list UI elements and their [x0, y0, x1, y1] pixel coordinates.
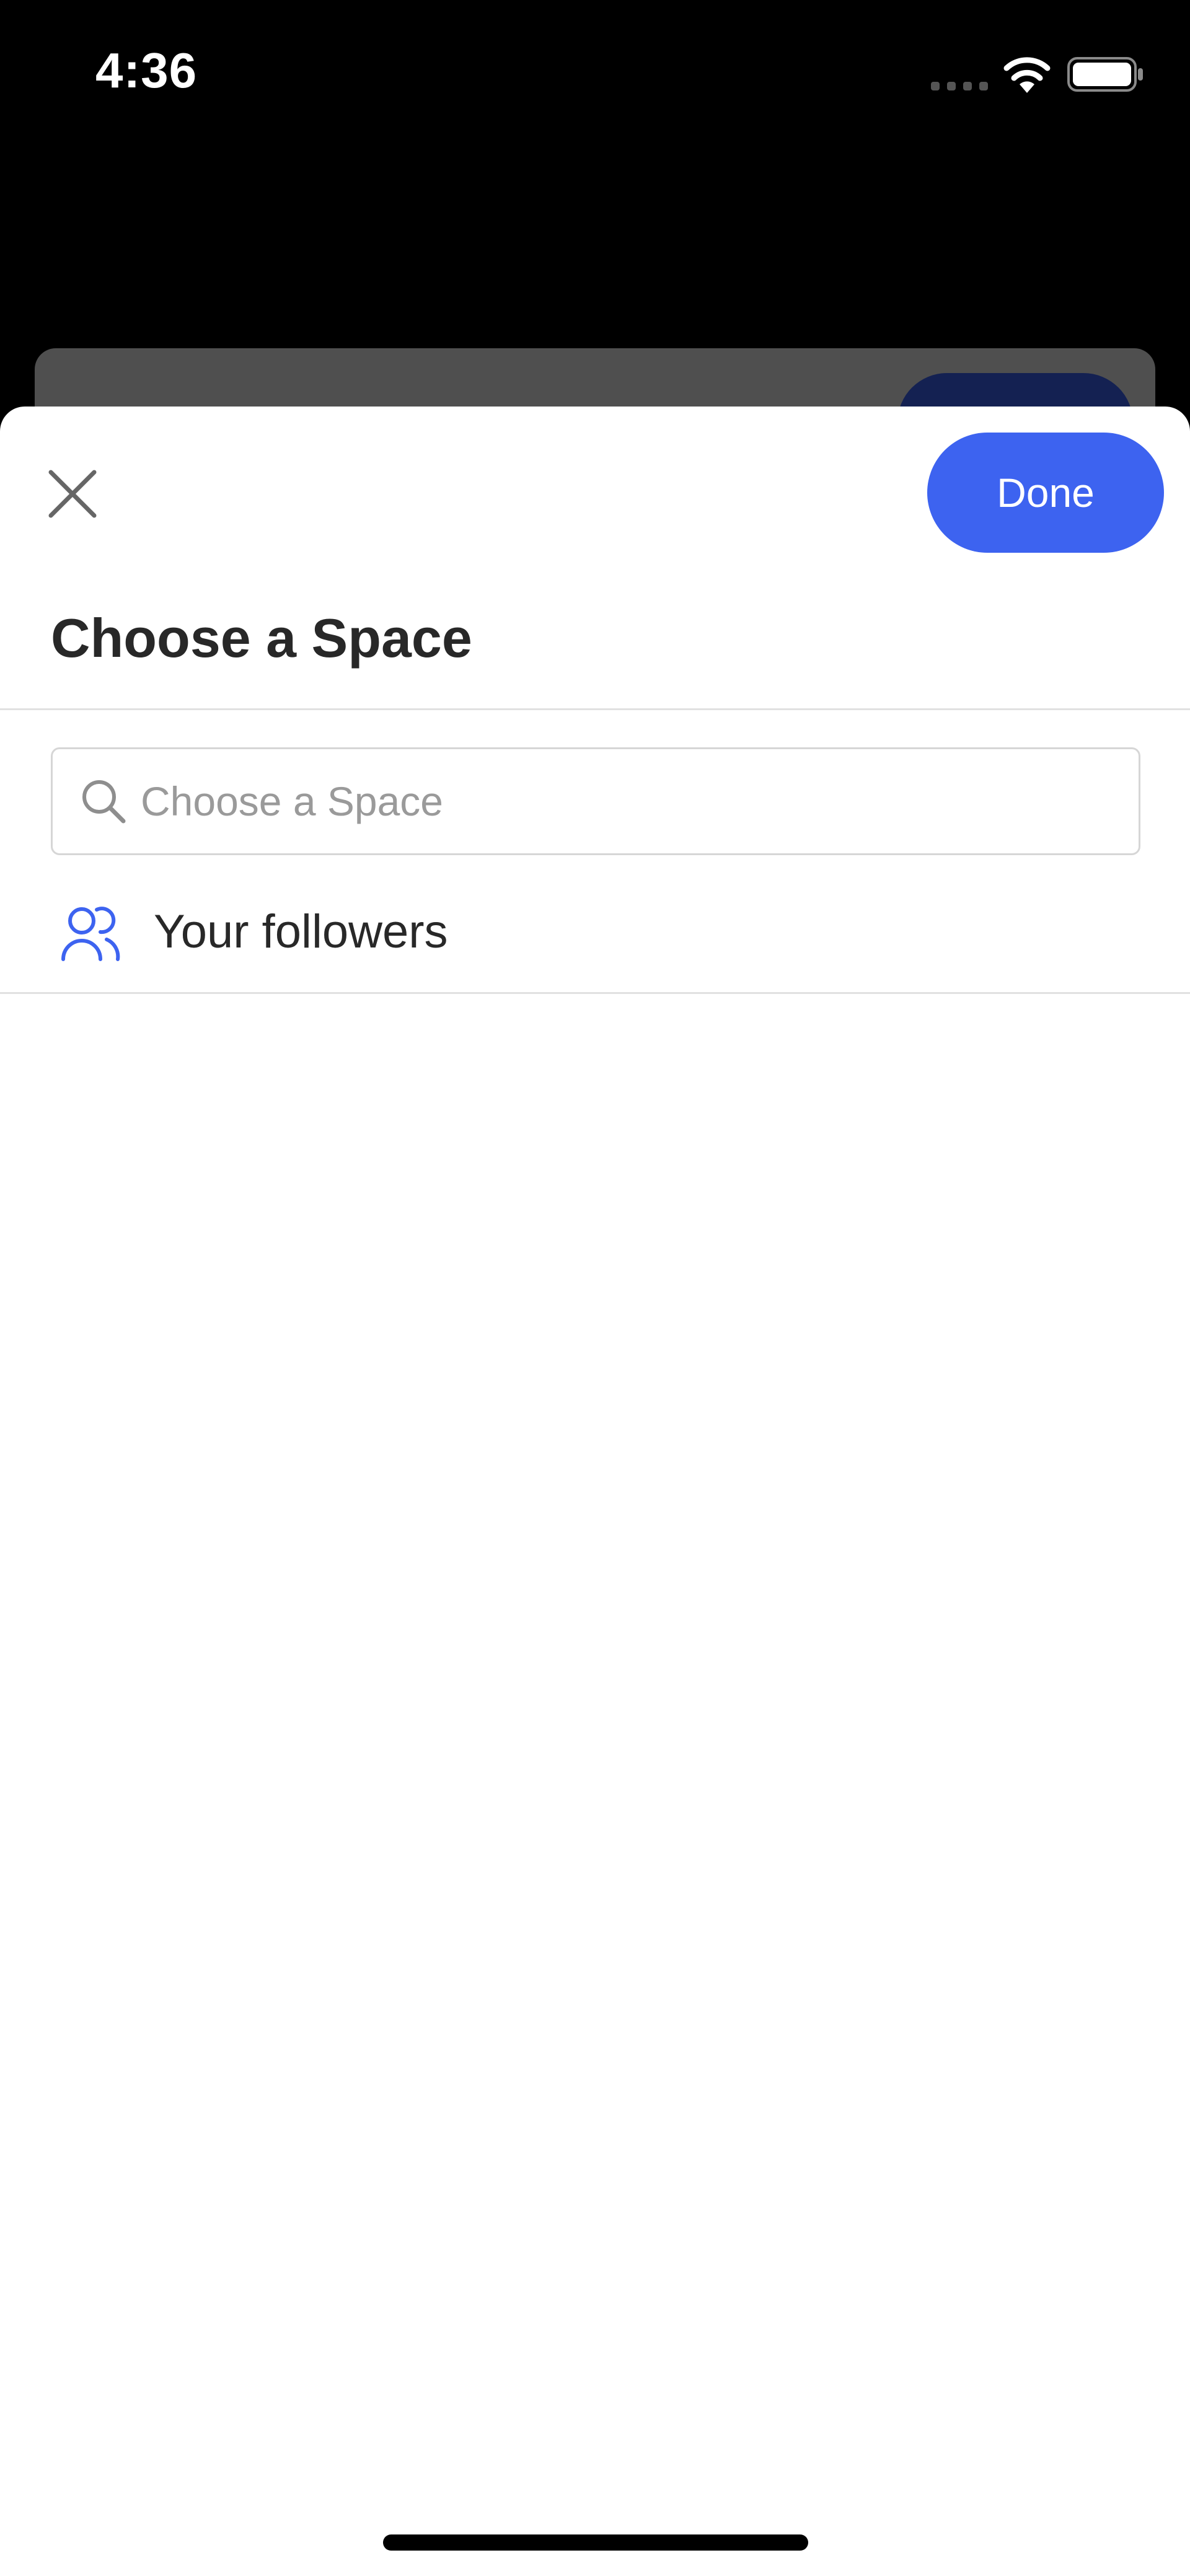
sheet-title: Choose a Space [51, 607, 472, 669]
done-button[interactable]: Done [927, 433, 1164, 553]
followers-icon [60, 903, 121, 963]
home-indicator[interactable] [383, 2534, 808, 2551]
close-icon [48, 470, 97, 518]
search-box[interactable] [51, 747, 1140, 855]
list-item-label: Your followers [154, 905, 448, 958]
status-bar: 4:36 [0, 0, 1190, 149]
divider [0, 992, 1190, 994]
choose-space-sheet: Done Choose a Space Your followers [0, 407, 1190, 2576]
status-time: 4:36 [95, 43, 198, 98]
divider [0, 708, 1190, 710]
search-icon [80, 778, 127, 825]
signal-dots-icon [931, 82, 988, 90]
battery-full-icon [1067, 57, 1143, 92]
wifi-icon [1003, 57, 1051, 93]
list-item-your-followers[interactable]: Your followers [0, 877, 1190, 992]
close-button[interactable] [45, 466, 100, 522]
search-input[interactable] [141, 764, 1108, 838]
